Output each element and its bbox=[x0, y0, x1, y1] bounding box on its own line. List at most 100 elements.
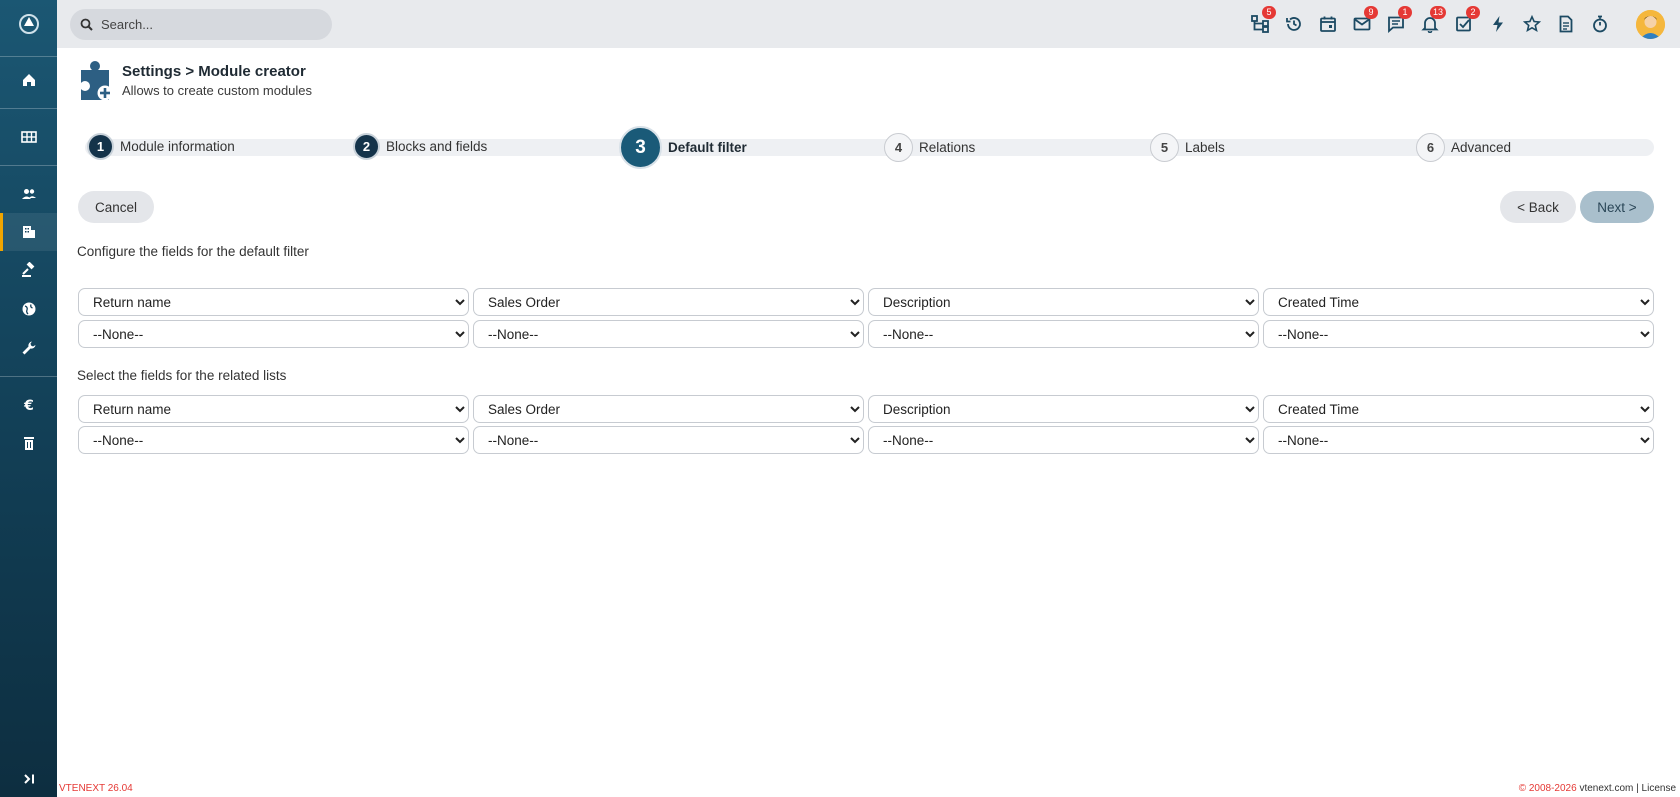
related-list-field-5[interactable]: --None-- bbox=[78, 426, 469, 454]
tasks-badge: 2 bbox=[1466, 6, 1480, 19]
page-subtitle: Allows to create custom modules bbox=[122, 83, 313, 98]
step-number: 5 bbox=[1150, 133, 1179, 162]
lightning-icon bbox=[1493, 16, 1503, 32]
history-button[interactable] bbox=[1282, 12, 1306, 36]
trash-icon bbox=[23, 437, 34, 450]
related-list-field-4[interactable]: Created Time bbox=[1263, 395, 1654, 423]
mail-button[interactable]: 9 bbox=[1350, 6, 1378, 36]
step-label: Advanced bbox=[1451, 140, 1512, 155]
related-list-field-1[interactable]: Return name bbox=[78, 395, 469, 423]
step-number: 3 bbox=[619, 126, 662, 169]
step-number: 1 bbox=[87, 133, 114, 160]
footer-links: © 2008-2026 vtenext.com | License bbox=[1519, 783, 1676, 794]
step-label: Blocks and fields bbox=[386, 139, 488, 154]
mail-badge: 9 bbox=[1364, 6, 1378, 19]
step-module-information[interactable]: 1 Module information bbox=[87, 133, 235, 160]
home-icon bbox=[22, 74, 35, 86]
logo-icon bbox=[18, 14, 39, 34]
default-filter-field-6[interactable]: --None-- bbox=[473, 320, 864, 348]
step-number: 6 bbox=[1416, 133, 1445, 162]
related-list-field-2[interactable]: Sales Order bbox=[473, 395, 864, 423]
default-filter-field-2[interactable]: Sales Order bbox=[473, 288, 864, 316]
grid-icon bbox=[20, 131, 37, 143]
sidebar-divider bbox=[0, 165, 57, 166]
next-button[interactable]: Next > bbox=[1580, 191, 1654, 223]
related-lists-label: Select the fields for the related lists bbox=[77, 368, 287, 383]
document-icon bbox=[1559, 15, 1573, 33]
cancel-button[interactable]: Cancel bbox=[78, 191, 154, 223]
sidebar-item-auctions[interactable] bbox=[0, 251, 57, 289]
sidebar-item-settings[interactable] bbox=[0, 329, 57, 367]
sidebar-divider bbox=[0, 56, 57, 57]
sidebar-expand-button[interactable] bbox=[0, 760, 57, 797]
default-filter-field-7[interactable]: --None-- bbox=[868, 320, 1259, 348]
search-icon bbox=[80, 18, 93, 31]
license-link[interactable]: License bbox=[1642, 783, 1676, 794]
top-bar: 5 9 1 13 2 bbox=[57, 0, 1680, 48]
version-label: VTENEXT 26.04 bbox=[59, 783, 133, 794]
site-link[interactable]: vtenext.com bbox=[1579, 783, 1633, 794]
star-icon bbox=[1523, 15, 1541, 33]
favorites-button[interactable] bbox=[1520, 12, 1544, 36]
footer-separator: | bbox=[1636, 783, 1639, 794]
quick-actions-button[interactable] bbox=[1486, 12, 1510, 36]
step-relations[interactable]: 4 Relations bbox=[884, 133, 975, 162]
documents-button[interactable] bbox=[1554, 12, 1578, 36]
default-filter-label: Configure the fields for the default fil… bbox=[77, 244, 309, 259]
sidebar-item-accounts[interactable] bbox=[0, 213, 57, 251]
chat-button[interactable]: 1 bbox=[1384, 6, 1412, 36]
sidebar-item-home[interactable] bbox=[0, 61, 57, 99]
building-icon bbox=[22, 226, 35, 238]
default-filter-field-3[interactable]: Description bbox=[868, 288, 1259, 316]
wrench-icon bbox=[22, 341, 35, 355]
sidebar-item-web[interactable] bbox=[0, 290, 57, 328]
sidebar-item-trash[interactable] bbox=[0, 424, 57, 462]
step-label: Default filter bbox=[668, 140, 747, 155]
step-blocks-and-fields[interactable]: 2 Blocks and fields bbox=[353, 133, 487, 160]
default-filter-field-5[interactable]: --None-- bbox=[78, 320, 469, 348]
back-button[interactable]: < Back bbox=[1500, 191, 1576, 223]
step-default-filter[interactable]: 3 Default filter bbox=[619, 126, 747, 169]
step-label: Relations bbox=[919, 140, 976, 155]
history-icon bbox=[1286, 17, 1301, 31]
step-advanced[interactable]: 6 Advanced bbox=[1416, 133, 1511, 162]
euro-icon: € bbox=[23, 398, 34, 413]
timer-button[interactable] bbox=[1588, 12, 1612, 36]
related-list-field-6[interactable]: --None-- bbox=[473, 426, 864, 454]
sidebar-item-contacts[interactable] bbox=[0, 175, 57, 213]
step-label: Labels bbox=[1185, 140, 1225, 155]
related-list-field-3[interactable]: Description bbox=[868, 395, 1259, 423]
avatar-icon bbox=[1636, 10, 1665, 39]
step-labels[interactable]: 5 Labels bbox=[1150, 133, 1225, 162]
step-label: Module information bbox=[120, 139, 235, 154]
page-title: Settings > Module creator bbox=[122, 63, 306, 80]
globe-icon bbox=[22, 302, 35, 316]
gavel-icon bbox=[21, 262, 34, 277]
default-filter-field-4[interactable]: Created Time bbox=[1263, 288, 1654, 316]
processes-badge: 5 bbox=[1262, 6, 1276, 19]
processes-button[interactable]: 5 bbox=[1248, 6, 1276, 36]
chat-badge: 1 bbox=[1398, 6, 1412, 19]
sidebar-item-modules[interactable] bbox=[0, 118, 57, 156]
users-icon bbox=[21, 189, 36, 199]
notifications-button[interactable]: 13 bbox=[1418, 6, 1446, 36]
related-list-field-7[interactable]: --None-- bbox=[868, 426, 1259, 454]
default-filter-field-1[interactable]: Return name bbox=[78, 288, 469, 316]
copyright-text: © 2008-2026 bbox=[1518, 783, 1577, 794]
step-number: 4 bbox=[884, 133, 913, 162]
module-creator-icon bbox=[80, 60, 113, 102]
related-list-field-8[interactable]: --None-- bbox=[1263, 426, 1654, 454]
svg-text:€: € bbox=[23, 398, 34, 413]
user-avatar[interactable] bbox=[1636, 10, 1665, 39]
search-input[interactable] bbox=[101, 17, 321, 32]
sidebar-item-finance[interactable]: € bbox=[0, 386, 57, 424]
app-logo[interactable] bbox=[0, 0, 57, 48]
search-box[interactable] bbox=[70, 9, 332, 40]
calendar-button[interactable] bbox=[1316, 12, 1340, 36]
stopwatch-icon bbox=[1593, 15, 1607, 33]
sidebar-divider bbox=[0, 108, 57, 109]
calendar-icon bbox=[1320, 16, 1336, 32]
default-filter-field-8[interactable]: --None-- bbox=[1263, 320, 1654, 348]
sidebar: € bbox=[0, 0, 57, 797]
tasks-button[interactable]: 2 bbox=[1452, 6, 1480, 36]
